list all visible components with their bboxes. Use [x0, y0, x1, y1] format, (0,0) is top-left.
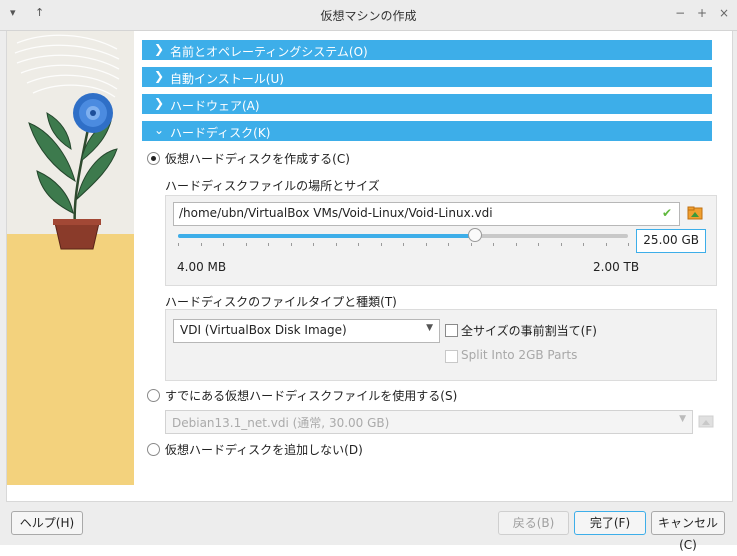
dropdown-arrow-icon: ▼: [426, 323, 433, 333]
plant-illustration: [7, 31, 134, 485]
disk-size-slider[interactable]: [178, 234, 628, 238]
chevron-right-icon: ❯: [154, 42, 165, 56]
slider-tick: [583, 243, 584, 246]
slider-handle[interactable]: [468, 228, 482, 242]
disk-path-field[interactable]: /home/ubn/VirtualBox VMs/Void-Linux/Void…: [173, 202, 680, 226]
chevron-down-icon: ⌄: [154, 123, 165, 137]
slider-tick: [425, 243, 427, 246]
back-button[interactable]: 戻る(B): [498, 511, 569, 535]
slider-tick: [358, 243, 359, 246]
minimize-icon[interactable]: −: [675, 6, 685, 20]
slider-tick: [628, 243, 629, 246]
check-valid-icon: ✔: [662, 206, 673, 220]
finish-button[interactable]: 完了(F): [574, 511, 646, 535]
prealloc-checkbox[interactable]: [445, 324, 458, 337]
slider-tick: [268, 243, 269, 246]
slider-tick: [178, 243, 179, 246]
title-bar[interactable]: ▾ ↑ 仮想マシンの作成 − + ×: [0, 0, 737, 31]
existing-disk-select[interactable]: Debian13.1_net.vdi (通常, 30.00 GB) ▼: [165, 410, 693, 434]
section-hard-disk[interactable]: ⌄ ハードディスク(K): [142, 121, 712, 141]
slider-tick: [493, 243, 494, 246]
min-size-label: 4.00 MB: [177, 260, 227, 274]
slider-tick: [403, 243, 404, 246]
slider-tick: [448, 243, 449, 246]
slider-tick: [515, 243, 517, 246]
maximize-icon[interactable]: +: [697, 6, 707, 20]
slider-tick: [538, 243, 539, 246]
existing-disk-radio[interactable]: [147, 389, 160, 402]
dropdown-arrow-icon: ▼: [679, 414, 686, 424]
slider-tick: [313, 243, 314, 246]
slider-fill: [178, 234, 475, 238]
section-name-os[interactable]: ❯ 名前とオペレーティングシステム(O): [142, 40, 712, 60]
folder-browse-icon[interactable]: [698, 413, 714, 429]
create-disk-label[interactable]: 仮想ハードディスクを作成する(C): [165, 150, 350, 167]
chevron-right-icon: ❯: [154, 96, 165, 110]
slider-tick: [470, 243, 472, 246]
split-label[interactable]: Split Into 2GB Parts: [461, 348, 577, 362]
chevron-right-icon: ❯: [154, 69, 165, 83]
slider-tick: [380, 243, 382, 246]
prealloc-label[interactable]: 全サイズの事前割当て(F): [461, 322, 597, 339]
disk-size-field[interactable]: 25.00 GB: [636, 229, 706, 253]
folder-browse-icon[interactable]: [687, 205, 703, 221]
max-size-label: 2.00 TB: [593, 260, 640, 274]
section-unattended-install[interactable]: ❯ 自動インストール(U): [142, 67, 712, 87]
cancel-button[interactable]: キャンセル(C): [651, 511, 725, 552]
location-size-heading: ハードディスクファイルの場所とサイズ: [165, 179, 380, 193]
slider-tick: [200, 243, 202, 246]
section-hardware[interactable]: ❯ ハードウェア(A): [142, 94, 712, 114]
no-disk-label[interactable]: 仮想ハードディスクを追加しない(D): [165, 441, 363, 458]
slider-tick: [605, 243, 607, 246]
window-title: 仮想マシンの作成: [320, 9, 417, 23]
split-checkbox[interactable]: [445, 350, 458, 363]
slider-tick: [223, 243, 224, 246]
wizard-illustration: [7, 31, 134, 485]
existing-disk-label[interactable]: すでにある仮想ハードディスクファイルを使用する(S): [165, 387, 457, 404]
slider-tick: [335, 243, 337, 246]
filetype-select[interactable]: VDI (VirtualBox Disk Image) ▼: [173, 319, 440, 343]
slider-tick: [290, 243, 292, 246]
filetype-heading: ハードディスクのファイルタイプと種類(T): [165, 295, 397, 309]
close-icon[interactable]: ×: [719, 6, 729, 20]
no-disk-radio[interactable]: [147, 443, 160, 456]
create-disk-radio[interactable]: [147, 152, 160, 165]
slider-tick: [245, 243, 247, 246]
dialog-window: ▾ ↑ 仮想マシンの作成 − + × ❯ 名前とオペレーティングシステム(O) …: [0, 0, 737, 552]
help-button[interactable]: ヘルプ(H): [11, 511, 83, 535]
slider-tick: [560, 243, 562, 246]
